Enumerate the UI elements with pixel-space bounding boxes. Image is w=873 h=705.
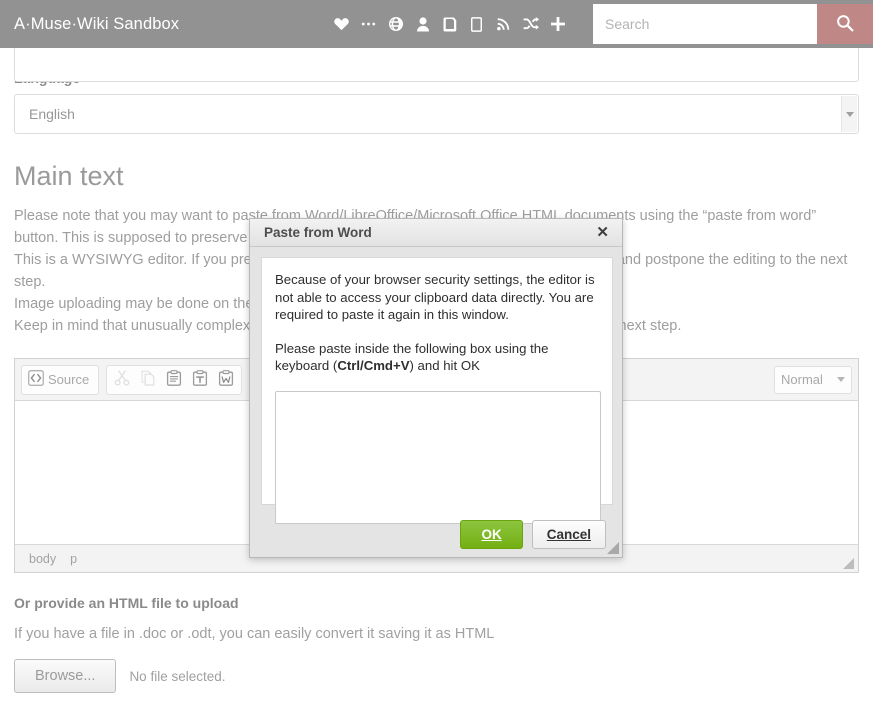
close-icon[interactable]: ✕ xyxy=(593,223,612,242)
shuffle-icon[interactable] xyxy=(522,14,539,34)
dialog-resize-grip[interactable] xyxy=(607,542,619,554)
dialog-message-2-post: ) and hit OK xyxy=(409,358,480,373)
toolbar-group-document: Source xyxy=(21,364,100,395)
browse-button[interactable]: Browse... xyxy=(14,659,117,693)
dialog-shortcut: Ctrl/Cmd+V xyxy=(337,358,410,373)
heart-icon[interactable] xyxy=(333,14,350,34)
search-area xyxy=(593,4,873,44)
paste-as-text-button[interactable] xyxy=(187,367,213,393)
element-path-body[interactable]: body xyxy=(29,552,56,566)
paste-textarea[interactable] xyxy=(275,390,601,524)
paste-button[interactable] xyxy=(161,367,187,393)
language-select-value: English xyxy=(29,106,75,122)
upload-note: If you have a file in .doc or .odt, you … xyxy=(14,626,495,642)
source-icon xyxy=(28,370,44,389)
chevron-down-icon[interactable] xyxy=(841,96,857,132)
source-button[interactable]: Source xyxy=(24,367,96,393)
plus-icon[interactable] xyxy=(549,14,566,34)
toolbar-group-clipboard xyxy=(106,364,243,395)
cancel-button[interactable]: Cancel xyxy=(531,519,606,549)
source-button-label: Source xyxy=(48,372,90,387)
paste-from-word-button[interactable] xyxy=(213,367,239,393)
copy-button[interactable] xyxy=(135,367,161,393)
cut-icon xyxy=(114,370,130,389)
selected-file-label: No file selected. xyxy=(129,668,226,684)
dialog-content: Because of your browser security setting… xyxy=(261,257,613,524)
user-icon[interactable] xyxy=(414,14,431,34)
dialog-title: Paste from Word xyxy=(264,225,372,240)
language-select[interactable]: English xyxy=(14,94,859,134)
ellipsis-icon[interactable] xyxy=(360,14,377,34)
top-navbar: A·Muse·Wiki Sandbox xyxy=(0,0,873,48)
paste-text-icon xyxy=(192,370,208,389)
chevron-down-icon xyxy=(837,377,845,382)
cut-button[interactable] xyxy=(109,367,135,393)
dialog-title-bar[interactable]: Paste from Word ✕ xyxy=(250,219,622,247)
dialog-message-1: Because of your browser security setting… xyxy=(275,272,595,322)
search-input[interactable] xyxy=(593,4,817,44)
search-icon xyxy=(836,14,854,35)
dialog-message-2: Please paste inside the following box us… xyxy=(275,340,599,375)
dialog-footer: OK Cancel xyxy=(250,511,622,557)
search-button[interactable] xyxy=(817,4,873,44)
book-icon[interactable] xyxy=(441,14,458,34)
main-text-heading: Main text xyxy=(14,161,124,191)
element-path-p[interactable]: p xyxy=(70,552,77,566)
ok-button[interactable]: OK xyxy=(460,519,523,549)
paste-word-icon xyxy=(218,370,234,389)
paste-from-word-dialog: Paste from Word ✕ Because of your browse… xyxy=(249,218,623,558)
rss-icon[interactable] xyxy=(495,14,512,34)
tablet-icon[interactable] xyxy=(468,14,485,34)
paragraph-format-value: Normal xyxy=(781,372,823,387)
element-path: body p xyxy=(15,552,77,566)
paste-icon xyxy=(166,370,182,389)
title-input-partial[interactable] xyxy=(14,42,859,82)
editor-resize-grip[interactable] xyxy=(843,558,854,569)
paragraph-format-select[interactable]: Normal xyxy=(774,365,852,394)
site-brand[interactable]: A·Muse·Wiki Sandbox xyxy=(14,15,179,34)
copy-icon xyxy=(140,370,156,389)
upload-heading: Or provide an HTML file to upload xyxy=(14,595,239,611)
globe-icon[interactable] xyxy=(387,14,404,34)
file-upload-row: Browse... No file selected. xyxy=(14,659,859,693)
nav-icon-group xyxy=(333,14,566,34)
